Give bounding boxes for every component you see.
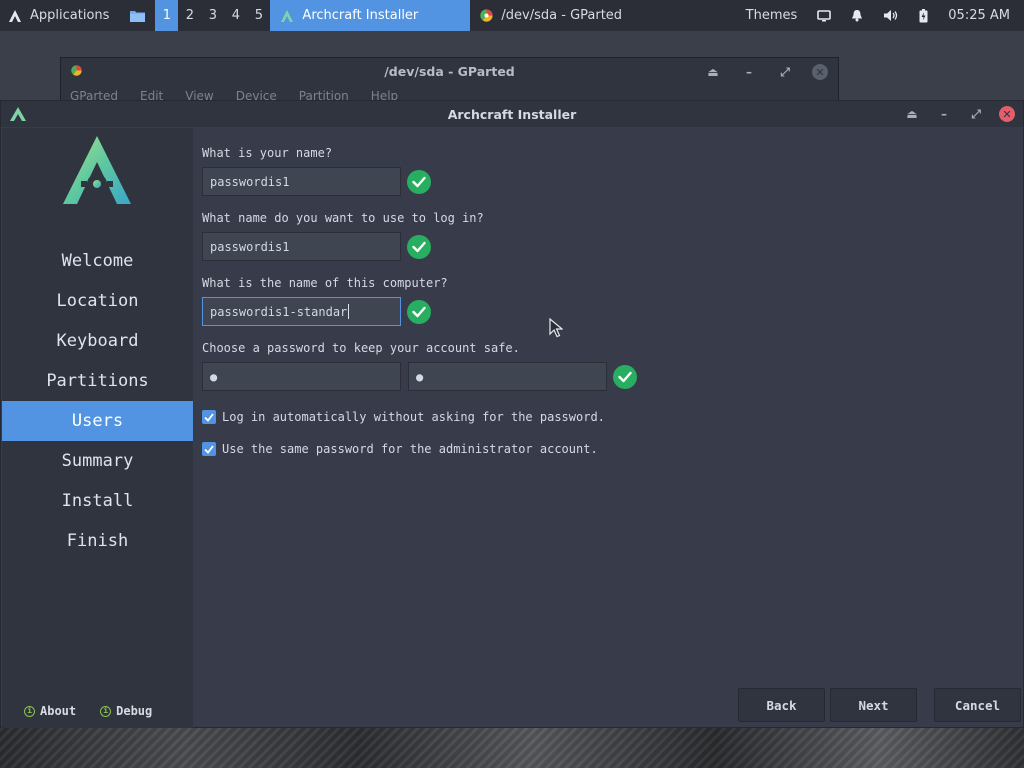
workspace-4[interactable]: 4 xyxy=(224,0,247,31)
shade-button[interactable]: ⏏ xyxy=(704,63,722,81)
nav-item-location[interactable]: Location xyxy=(2,281,193,321)
taskbar-item-label: /dev/sda - GParted xyxy=(501,8,623,23)
installer-title: Archcraft Installer xyxy=(447,106,577,122)
gparted-icon xyxy=(71,65,82,76)
workspace-1[interactable]: 1 xyxy=(155,0,179,31)
taskbar-item-archcraft-installer[interactable]: Archcraft Installer xyxy=(270,0,471,31)
nav-item-finish[interactable]: Finish xyxy=(2,521,193,561)
applications-label: Applications xyxy=(30,8,110,23)
installer-nav: Welcome Location Keyboard Partitions Use… xyxy=(2,241,193,561)
bell-icon xyxy=(852,10,863,22)
cancel-button[interactable]: Cancel xyxy=(934,688,1021,722)
monitor-icon xyxy=(817,9,832,21)
applications-menu-button[interactable]: Applications xyxy=(0,0,119,31)
text-caret xyxy=(348,304,350,319)
workspace-5[interactable]: 5 xyxy=(247,0,270,31)
file-manager-launcher[interactable] xyxy=(119,0,155,31)
shade-button[interactable]: ⏏ xyxy=(903,105,921,123)
workspace-3[interactable]: 3 xyxy=(201,0,224,31)
gparted-titlebar[interactable]: /dev/sda - GParted ⏏ – ⤢ ✕ xyxy=(61,58,838,84)
minimize-icon: – xyxy=(746,65,752,79)
nav-item-install[interactable]: Install xyxy=(2,481,193,521)
name-question: What is your name? xyxy=(202,146,333,160)
password-question: Choose a password to keep your account s… xyxy=(202,341,520,355)
about-label: About xyxy=(40,704,77,718)
folder-icon xyxy=(129,10,145,22)
volume-indicator[interactable] xyxy=(873,0,909,31)
maximize-icon: ⤢ xyxy=(780,64,790,79)
about-button[interactable]: i About xyxy=(24,704,76,718)
nav-item-users[interactable]: Users xyxy=(2,401,193,441)
password-confirm-input[interactable]: ● xyxy=(408,362,607,391)
close-icon: ✕ xyxy=(815,65,825,79)
hostname-value: passwordis1-standar xyxy=(210,304,348,319)
info-icon: i xyxy=(24,705,35,717)
info-icon: i xyxy=(100,705,112,717)
autologin-checkbox[interactable] xyxy=(202,410,216,424)
battery-indicator[interactable] xyxy=(909,0,938,31)
full-name-input[interactable]: passwordis1 xyxy=(202,167,401,196)
checkmark-icon xyxy=(204,444,214,454)
top-panel: Applications 1 2 3 4 5 Archcraft Install… xyxy=(0,0,1024,31)
nav-item-welcome[interactable]: Welcome xyxy=(2,241,193,281)
display-indicator[interactable] xyxy=(807,0,841,31)
installer-sidebar: Welcome Location Keyboard Partitions Use… xyxy=(2,128,193,728)
nav-item-summary[interactable]: Summary xyxy=(2,441,193,481)
gparted-title: /dev/sda - GParted xyxy=(384,63,515,79)
themes-button[interactable]: Themes xyxy=(736,0,808,31)
computer-question: What is the name of this computer? xyxy=(202,276,448,290)
autologin-label[interactable]: Log in automatically without asking for … xyxy=(222,410,605,424)
password-input[interactable]: ● xyxy=(202,362,401,391)
minimize-button[interactable]: – xyxy=(740,63,758,81)
gparted-icon xyxy=(480,9,493,22)
login-question: What name do you want to use to log in? xyxy=(202,211,484,225)
close-icon: ✕ xyxy=(1002,107,1012,121)
notifications-indicator[interactable] xyxy=(841,0,873,31)
checkmark-icon xyxy=(204,412,214,422)
clock[interactable]: 05:25 AM xyxy=(938,0,1024,31)
debug-button[interactable]: i Debug xyxy=(100,704,152,718)
archcraft-logo-icon xyxy=(9,9,21,22)
login-name-input[interactable]: passwordis1 xyxy=(202,232,401,261)
maximize-icon: ⤢ xyxy=(971,106,981,121)
users-page: What is your name? passwordis1 What name… xyxy=(201,128,1001,668)
maximize-button[interactable]: ⤢ xyxy=(776,63,794,81)
minimize-button[interactable]: – xyxy=(935,105,953,123)
check-icon xyxy=(613,365,637,389)
minimize-icon: – xyxy=(941,107,947,121)
same-password-label[interactable]: Use the same password for the administra… xyxy=(222,442,598,456)
archcraft-logo-icon xyxy=(63,136,131,204)
check-icon xyxy=(407,235,431,259)
hostname-input[interactable]: passwordis1-standar xyxy=(202,297,401,326)
taskbar-item-label: Archcraft Installer xyxy=(302,8,419,23)
check-icon xyxy=(407,170,431,194)
check-icon xyxy=(407,300,431,324)
next-button[interactable]: Next xyxy=(830,688,917,722)
eject-icon: ⏏ xyxy=(906,107,918,121)
workspace-2[interactable]: 2 xyxy=(178,0,201,31)
debug-label: Debug xyxy=(116,704,153,718)
maximize-button[interactable]: ⤢ xyxy=(967,105,985,123)
speaker-icon xyxy=(884,10,898,21)
archcraft-logo-icon xyxy=(10,107,26,121)
desktop-wallpaper xyxy=(0,728,1024,768)
taskbar-item-gparted[interactable]: /dev/sda - GParted xyxy=(470,0,670,31)
nav-item-keyboard[interactable]: Keyboard xyxy=(2,321,193,361)
battery-charging-icon xyxy=(919,8,928,22)
nav-item-partitions[interactable]: Partitions xyxy=(2,361,193,401)
back-button[interactable]: Back xyxy=(738,688,825,722)
same-password-checkbox[interactable] xyxy=(202,442,216,456)
close-button[interactable]: ✕ xyxy=(812,64,828,80)
eject-icon: ⏏ xyxy=(707,65,719,79)
archcraft-logo-icon xyxy=(281,9,294,22)
close-button[interactable]: ✕ xyxy=(999,106,1015,122)
installer-window[interactable]: Archcraft Installer ⏏ – ⤢ ✕ Welcome Loca… xyxy=(0,100,1024,728)
installer-titlebar[interactable]: Archcraft Installer ⏏ – ⤢ ✕ xyxy=(1,101,1023,127)
mouse-pointer-icon xyxy=(549,318,563,338)
